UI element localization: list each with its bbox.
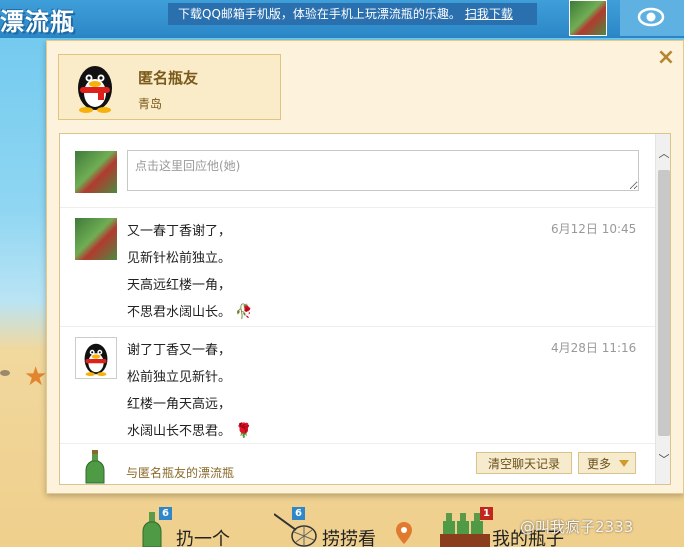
my-avatar [75,151,117,193]
close-icon[interactable]: × [655,47,677,69]
chat-footer: 与匿名瓶友的漂流瓶 清空聊天记录 更多 [60,444,655,484]
fish-count-badge: 6 [292,507,305,520]
promo-download-link[interactable]: 扫我下载 [465,7,513,21]
chat-scrollbar[interactable]: ︿ ﹀ [655,134,670,484]
bottle-icon [85,450,105,484]
message-time: 6月12日 10:45 [551,222,637,236]
throw-count-badge: 6 [159,507,172,520]
message-text: 又一春丁香谢了， 见新针松前独立。 天高远红楼一角， 不思君水阔山长。 🥀 [127,224,253,320]
app-logo[interactable]: 漂流瓶 [0,2,75,37]
reply-row [60,134,655,208]
weibo-watermark: @叫我疯子2333 [520,518,634,536]
sender-city: 青岛 [138,97,163,111]
message-text: 谢了丁香又一春， 松前独立见新针。 红楼一角天高远， 水阔山长不思君。 🌹 [127,343,253,439]
my-bottles-count-badge: 1 [480,507,493,520]
rose-icon: 🌹 [235,423,253,439]
wilted-rose-icon: 🥀 [235,304,253,320]
message-avatar-penguin [75,337,117,379]
more-button[interactable]: 更多 [578,452,636,474]
scroll-up-icon[interactable]: ︿ [656,146,670,162]
fish-bottle-button[interactable]: 6 捞捞看 [272,500,420,547]
throw-bottle-button[interactable]: 6 扔一个 [138,500,248,547]
reply-input[interactable] [127,150,639,191]
starfish-icon: ★ [24,362,48,392]
promo-banner: 下载QQ邮箱手机版，体验在手机上玩漂流瓶的乐趣。 扫我下载 [168,3,537,25]
sender-name: 匿名瓶友 [138,69,199,87]
scroll-thumb[interactable] [658,170,670,436]
user-avatar[interactable] [569,0,607,36]
chevron-down-icon [619,460,629,467]
qq-penguin-avatar [78,66,112,113]
chat-history-panel: 又一春丁香谢了， 见新针松前独立。 天高远红楼一角， 不思君水阔山长。🥀 6月1… [59,133,671,485]
message-time: 4月28日 11:16 [551,341,637,355]
sender-profile-card: 匿名瓶友 青岛 [58,54,281,120]
chat-message: 谢了丁香又一春， 松前独立见新针。 红楼一角天高远， 水阔山长不思君。 🌹 4月2… [60,327,655,444]
chat-message: 又一春丁香谢了， 见新针松前独立。 天高远红楼一角， 不思君水阔山长。 🥀 6月1… [60,208,655,327]
bottle-chat-dialog: × 匿名瓶友 青岛 又一春丁香谢了， 见新针松前独立。 天高远红楼一角， [46,40,684,494]
promo-text: 下载QQ邮箱手机版，体验在手机上玩漂流瓶的乐趣。 [178,7,461,21]
top-bar: 漂流瓶 下载QQ邮箱手机版，体验在手机上玩漂流瓶的乐趣。 扫我下载 [0,0,684,38]
bottle-owner-label: 与匿名瓶友的漂流瓶 [126,466,235,480]
view-toggle-button[interactable] [620,0,684,36]
scroll-down-icon[interactable]: ﹀ [656,452,670,468]
eye-icon [637,7,665,27]
message-avatar [75,218,117,260]
location-pin-icon [396,522,412,544]
clear-history-button[interactable]: 清空聊天记录 [476,452,572,474]
beach-pebble [0,370,10,376]
